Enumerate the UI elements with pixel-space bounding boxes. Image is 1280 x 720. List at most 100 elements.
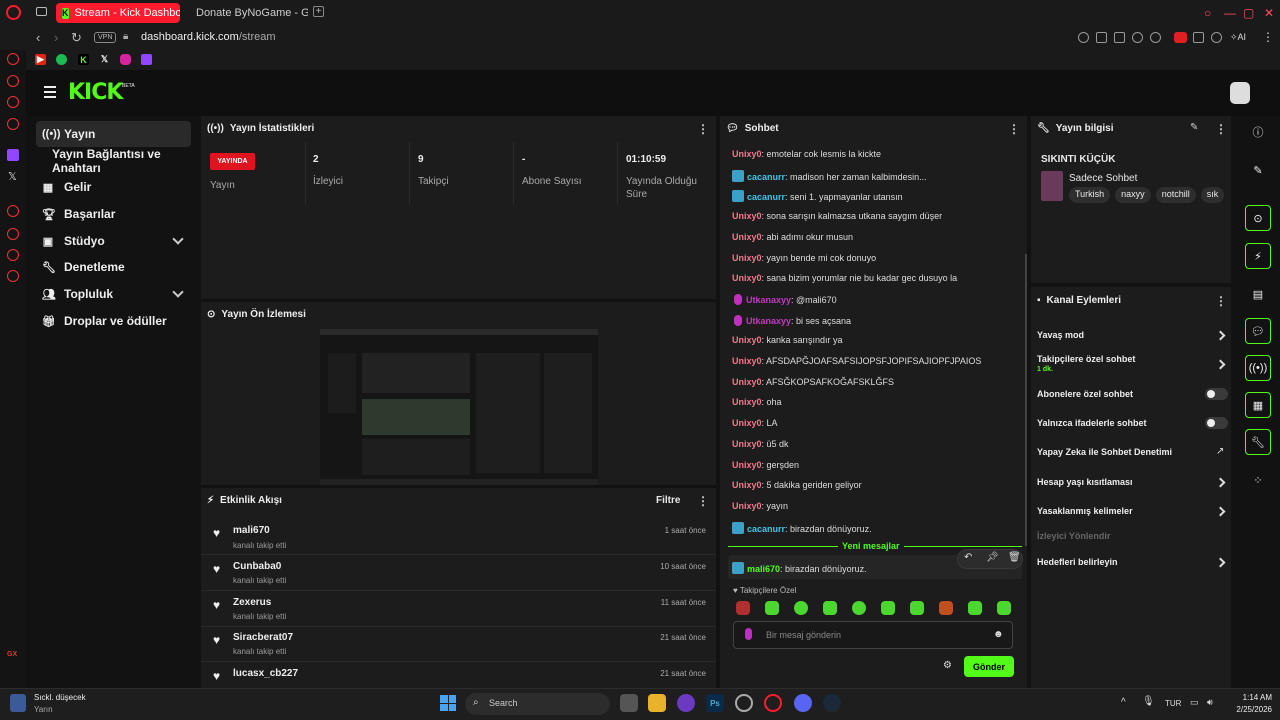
sidebar-messenger-icon[interactable] [7, 53, 19, 65]
event-user[interactable]: Cunbaba0 [233, 561, 281, 572]
delete-icon[interactable]: 🗑︎ [1008, 552, 1021, 563]
nav-item-studyo[interactable]: ▣ Stüdyo [36, 228, 191, 254]
emote-icon[interactable] [794, 601, 808, 615]
chat-user[interactable]: Unixy0 [732, 335, 762, 345]
chat-user[interactable]: Unixy0 [732, 232, 762, 242]
discord-icon[interactable] [794, 694, 812, 712]
sidebar-shop-icon[interactable] [7, 75, 19, 87]
heart-icon[interactable] [1150, 32, 1161, 43]
chat-user[interactable]: Unixy0 [732, 211, 762, 221]
chat-rail-icon[interactable]: 💬︎ [1245, 318, 1271, 344]
action-follower-chat[interactable]: Takipçilere özel sohbet [1037, 354, 1135, 364]
emote-icon[interactable] [910, 601, 924, 615]
emoji-icon[interactable]: ☻ [993, 629, 1004, 640]
event-user[interactable]: lucasx_cb227 [233, 668, 298, 679]
sidebar-extensions-icon[interactable] [7, 249, 19, 261]
nav-item-droplar[interactable]: 🎁︎ Droplar ve ödüller [36, 308, 191, 334]
bookmark-page-icon[interactable] [1078, 32, 1089, 43]
action-banned-words[interactable]: Yasaklanmış kelimeler [1037, 506, 1133, 516]
vpn-badge[interactable]: VPN [94, 32, 117, 43]
photoshop-icon[interactable]: Ps [706, 694, 724, 712]
minimize-icon[interactable]: — [1224, 6, 1236, 20]
action-account-age[interactable]: Hesap yaşı kısıtlaması [1037, 477, 1133, 487]
emote-icon[interactable] [968, 601, 982, 615]
task-view-icon[interactable] [620, 694, 638, 712]
opera-logo-icon[interactable] [6, 5, 21, 20]
nav-item-stream-key[interactable]: Yayın Bağlantısı ve Anahtarı [36, 147, 206, 175]
sub-chat-toggle[interactable] [1205, 388, 1228, 400]
tab-donate[interactable]: Donate ByNoGame - Gele [184, 3, 308, 23]
profile-icon[interactable] [1211, 32, 1222, 43]
connections-rail-icon[interactable]: ⁘ [1245, 467, 1271, 493]
emote-icon[interactable] [736, 601, 750, 615]
x-icon[interactable]: 𝕏 [99, 54, 110, 65]
chat-settings-icon[interactable]: ⚙ [943, 660, 952, 671]
forward-icon[interactable]: › [54, 30, 58, 45]
channel-actions-more-icon[interactable]: ⋮ [1215, 294, 1227, 308]
stats-more-icon[interactable]: ⋮ [697, 122, 709, 136]
tag-chip[interactable]: Turkish [1069, 187, 1111, 203]
action-slow-mode[interactable]: Yavaş mod [1037, 330, 1084, 340]
chat-user[interactable]: Unixy0 [732, 253, 762, 263]
close-icon[interactable]: ✕ [1264, 6, 1274, 20]
tag-chip[interactable]: naxyy [1115, 187, 1151, 203]
emote-icon[interactable] [997, 601, 1011, 615]
ai-button[interactable]: ✧AI [1230, 32, 1246, 43]
twitch-icon[interactable] [141, 54, 152, 65]
nav-item-denetleme[interactable]: 🔧︎ Denetleme [36, 254, 191, 280]
nav-item-topluluk[interactable]: 👥︎ Topluluk [36, 281, 191, 307]
chat-user[interactable]: mali670 [747, 564, 780, 574]
chat-user[interactable]: cacanurr [747, 192, 785, 202]
chat-user[interactable]: Unixy0 [732, 460, 762, 470]
shield-icon[interactable] [1114, 32, 1125, 43]
app-icon[interactable] [677, 694, 695, 712]
chat-user[interactable]: Unixy0 [732, 418, 762, 428]
network-icon[interactable]: ▭ [1190, 697, 1199, 708]
event-user[interactable]: Siracberat07 [233, 632, 293, 643]
weather-icon[interactable] [10, 694, 26, 712]
stream-preview[interactable] [320, 329, 598, 485]
instagram-icon[interactable] [120, 54, 131, 65]
events-more-icon[interactable]: ⋮ [697, 494, 709, 508]
snapshot-icon[interactable] [1096, 32, 1107, 43]
bolt-rail-icon[interactable]: ⚡︎ [1245, 243, 1271, 269]
kick-logo[interactable]: KICK [68, 80, 123, 105]
reply-icon[interactable]: ↶ [964, 552, 972, 563]
workspaces-icon[interactable] [36, 7, 47, 16]
chat-user[interactable]: Unixy0 [732, 273, 762, 283]
emote-icon[interactable] [852, 601, 866, 615]
mic-icon[interactable] [745, 628, 752, 640]
youtube-icon[interactable]: ▶ [35, 54, 46, 65]
info-icon[interactable]: ⓘ [1245, 119, 1271, 145]
reload-icon[interactable]: ↻ [71, 30, 82, 46]
nav-item-yayin[interactable]: ((•)) Yayın [36, 121, 191, 147]
chat-scrollbar[interactable] [1025, 254, 1027, 546]
weather-title[interactable]: Sıckl. düşecek [34, 693, 86, 702]
kick-icon[interactable]: K [78, 54, 89, 65]
opera-gx-icon[interactable] [764, 694, 782, 712]
chat-user[interactable]: Unixy0 [732, 397, 762, 407]
edit-icon[interactable]: ✎ [1190, 122, 1198, 133]
camera-rail-icon[interactable]: ⊙ [1245, 205, 1271, 231]
event-user[interactable]: mali670 [233, 525, 270, 536]
obs-icon[interactable] [735, 694, 753, 712]
menu-icon[interactable]: ⋮ [1262, 30, 1274, 44]
pin-icon[interactable]: 📌︎ [986, 552, 999, 563]
sidebar-flow-icon[interactable] [7, 118, 19, 130]
chat-more-icon[interactable]: ⋮ [1008, 122, 1020, 136]
wrench-rail-icon[interactable]: 🔧︎ [1245, 429, 1271, 455]
emote-icon[interactable] [939, 601, 953, 615]
maximize-icon[interactable]: ▢ [1243, 6, 1254, 20]
taskbar-search[interactable] [465, 693, 610, 715]
chat-user[interactable]: cacanurr [747, 524, 785, 534]
event-user[interactable]: Zexerus [233, 597, 271, 608]
stream-info-more-icon[interactable]: ⋮ [1215, 122, 1227, 136]
spotify-icon[interactable] [56, 54, 67, 65]
broadcast-rail-icon[interactable]: ((•)) [1245, 355, 1271, 381]
action-emote-only[interactable]: Yalnızca ifadelerle sohbet [1037, 418, 1147, 428]
tag-chip[interactable]: notchill [1155, 187, 1196, 203]
external-link-icon[interactable]: ↗ [1216, 446, 1224, 457]
category-name[interactable]: Sadece Sohbet [1069, 173, 1137, 184]
action-ai-moderation[interactable]: Yapay Zeka ile Sohbet Denetimi [1037, 447, 1172, 457]
emote-icon[interactable] [823, 601, 837, 615]
